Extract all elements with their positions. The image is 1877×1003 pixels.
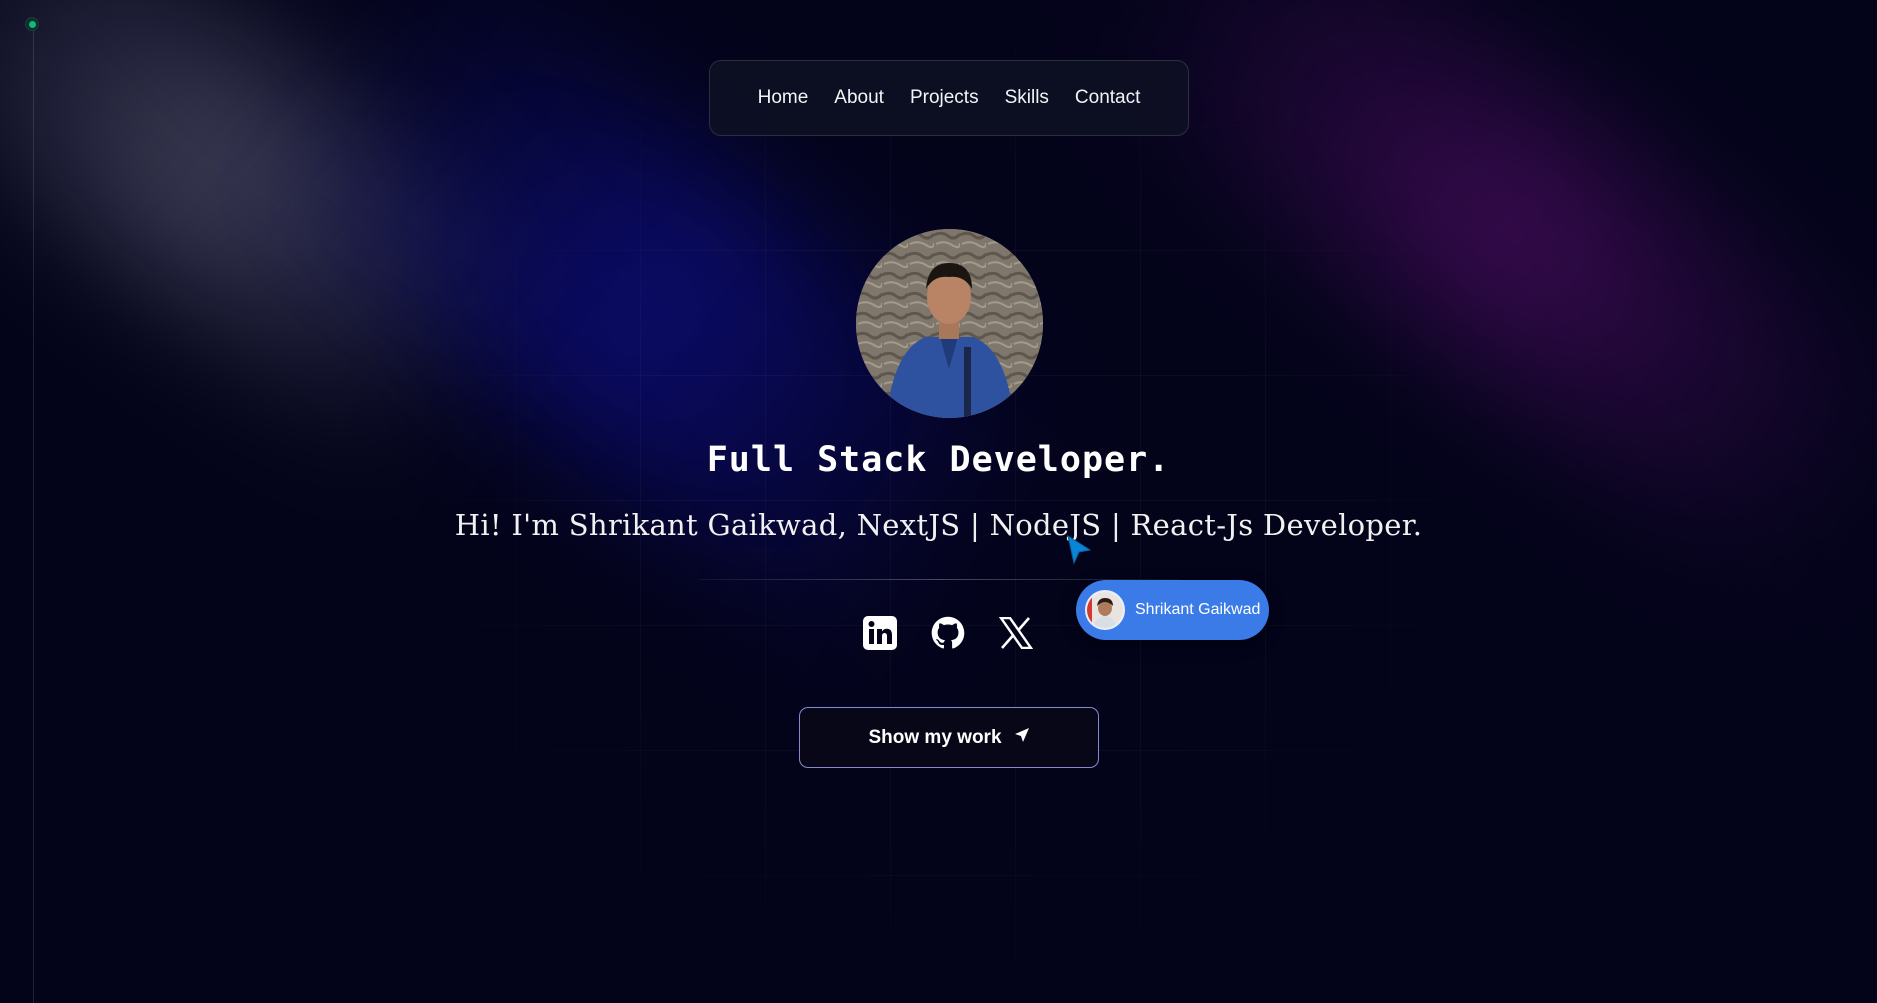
linkedin-icon[interactable] (862, 613, 898, 653)
pointer-cursor-icon (1066, 534, 1092, 571)
background-grid (390, 0, 1510, 1003)
github-icon[interactable] (930, 613, 966, 653)
scroll-progress-dot (25, 17, 39, 31)
nav-link-skills[interactable]: Skills (1005, 87, 1049, 109)
nav-link-projects[interactable]: Projects (910, 87, 979, 109)
hero-tagline: Hi! I'm Shrikant Gaikwad, NextJS | NodeJ… (454, 508, 1423, 542)
hero-title: Full Stack Developer. (706, 440, 1171, 480)
x-icon[interactable] (998, 613, 1034, 653)
badge-avatar (1085, 590, 1125, 630)
nav-link-contact[interactable]: Contact (1075, 87, 1140, 109)
show-my-work-button[interactable]: Show my work (799, 707, 1099, 768)
profile-photo (856, 229, 1043, 418)
background (0, 0, 1877, 1003)
social-links (862, 613, 1034, 653)
nav-link-about[interactable]: About (834, 87, 884, 109)
badge-name: Shrikant Gaikwad (1135, 601, 1261, 618)
send-arrow-icon (1014, 727, 1030, 749)
cursor-name-badge: Shrikant Gaikwad (1076, 580, 1269, 640)
top-navigation: Home About Projects Skills Contact (709, 60, 1189, 136)
nav-link-home[interactable]: Home (758, 87, 809, 109)
cta-label: Show my work (868, 726, 1002, 748)
